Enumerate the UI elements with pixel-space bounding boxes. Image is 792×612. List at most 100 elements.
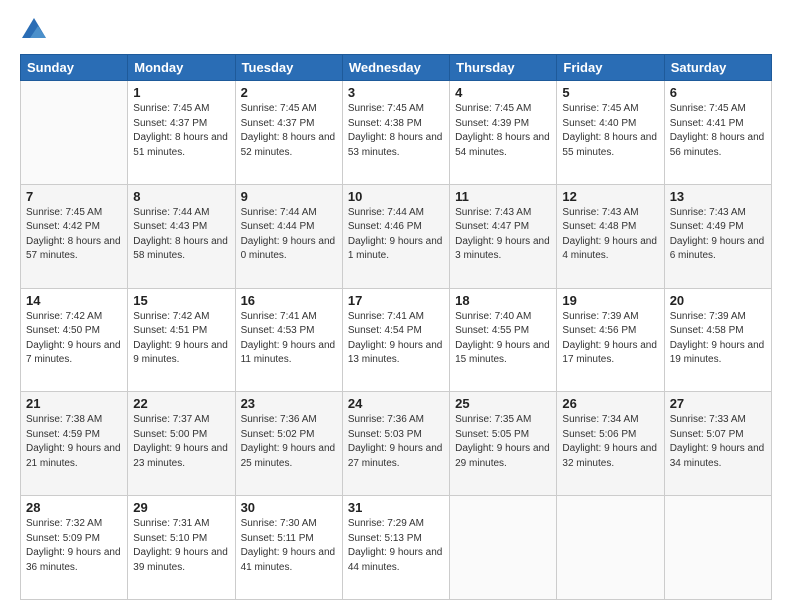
calendar-cell: 5 Sunrise: 7:45 AMSunset: 4:40 PMDaylight… bbox=[557, 81, 664, 185]
page: SundayMondayTuesdayWednesdayThursdayFrid… bbox=[0, 0, 792, 612]
day-info: Sunrise: 7:32 AMSunset: 5:09 PMDaylight:… bbox=[26, 517, 122, 575]
day-info: Sunrise: 7:39 AMSunset: 4:58 PMDaylight:… bbox=[670, 310, 766, 368]
calendar-cell: 4 Sunrise: 7:45 AMSunset: 4:39 PMDaylight… bbox=[450, 81, 557, 185]
day-number: 2 bbox=[241, 85, 337, 100]
day-number: 1 bbox=[133, 85, 229, 100]
day-number: 19 bbox=[562, 293, 658, 308]
day-number: 10 bbox=[348, 189, 444, 204]
col-header-monday: Monday bbox=[128, 55, 235, 81]
day-info: Sunrise: 7:43 AMSunset: 4:49 PMDaylight:… bbox=[670, 206, 766, 264]
calendar-cell: 29 Sunrise: 7:31 AMSunset: 5:10 PMDayligh… bbox=[128, 496, 235, 600]
calendar-cell: 20 Sunrise: 7:39 AMSunset: 4:58 PMDayligh… bbox=[664, 288, 771, 392]
day-number: 7 bbox=[26, 189, 122, 204]
week-row-1: 1 Sunrise: 7:45 AMSunset: 4:37 PMDaylight… bbox=[21, 81, 772, 185]
day-number: 22 bbox=[133, 396, 229, 411]
day-number: 29 bbox=[133, 500, 229, 515]
calendar-cell: 3 Sunrise: 7:45 AMSunset: 4:38 PMDaylight… bbox=[342, 81, 449, 185]
day-info: Sunrise: 7:45 AMSunset: 4:40 PMDaylight:… bbox=[562, 102, 658, 160]
calendar-cell: 17 Sunrise: 7:41 AMSunset: 4:54 PMDayligh… bbox=[342, 288, 449, 392]
calendar-cell: 18 Sunrise: 7:40 AMSunset: 4:55 PMDayligh… bbox=[450, 288, 557, 392]
calendar-cell: 13 Sunrise: 7:43 AMSunset: 4:49 PMDayligh… bbox=[664, 184, 771, 288]
day-info: Sunrise: 7:42 AMSunset: 4:51 PMDaylight:… bbox=[133, 310, 229, 368]
day-info: Sunrise: 7:29 AMSunset: 5:13 PMDaylight:… bbox=[348, 517, 444, 575]
day-info: Sunrise: 7:43 AMSunset: 4:47 PMDaylight:… bbox=[455, 206, 551, 264]
logo bbox=[20, 16, 52, 44]
day-info: Sunrise: 7:34 AMSunset: 5:06 PMDaylight:… bbox=[562, 413, 658, 471]
calendar-cell: 12 Sunrise: 7:43 AMSunset: 4:48 PMDayligh… bbox=[557, 184, 664, 288]
week-row-5: 28Sunrise: 7:32 AMSunset: 5:09 PMDayligh… bbox=[21, 496, 772, 600]
calendar-cell: 9Sunrise: 7:44 AMSunset: 4:44 PMDaylight… bbox=[235, 184, 342, 288]
day-number: 16 bbox=[241, 293, 337, 308]
week-row-3: 14 Sunrise: 7:42 AMSunset: 4:50 PMDayligh… bbox=[21, 288, 772, 392]
day-info: Sunrise: 7:44 AMSunset: 4:46 PMDaylight:… bbox=[348, 206, 444, 264]
day-number: 4 bbox=[455, 85, 551, 100]
day-number: 23 bbox=[241, 396, 337, 411]
day-number: 5 bbox=[562, 85, 658, 100]
day-number: 6 bbox=[670, 85, 766, 100]
day-number: 3 bbox=[348, 85, 444, 100]
day-number: 27 bbox=[670, 396, 766, 411]
day-info: Sunrise: 7:43 AMSunset: 4:48 PMDaylight:… bbox=[562, 206, 658, 264]
day-info: Sunrise: 7:33 AMSunset: 5:07 PMDaylight:… bbox=[670, 413, 766, 471]
calendar-cell: 30Sunrise: 7:30 AMSunset: 5:11 PMDayligh… bbox=[235, 496, 342, 600]
day-number: 30 bbox=[241, 500, 337, 515]
week-row-4: 21 Sunrise: 7:38 AMSunset: 4:59 PMDayligh… bbox=[21, 392, 772, 496]
day-info: Sunrise: 7:36 AMSunset: 5:02 PMDaylight:… bbox=[241, 413, 337, 471]
day-info: Sunrise: 7:42 AMSunset: 4:50 PMDaylight:… bbox=[26, 310, 122, 368]
calendar-cell: 31 Sunrise: 7:29 AMSunset: 5:13 PMDayligh… bbox=[342, 496, 449, 600]
day-info: Sunrise: 7:40 AMSunset: 4:55 PMDaylight:… bbox=[455, 310, 551, 368]
day-number: 26 bbox=[562, 396, 658, 411]
day-info: Sunrise: 7:45 AMSunset: 4:37 PMDaylight:… bbox=[133, 102, 229, 160]
day-info: Sunrise: 7:45 AMSunset: 4:41 PMDaylight:… bbox=[670, 102, 766, 160]
header bbox=[20, 16, 772, 44]
calendar-header-row: SundayMondayTuesdayWednesdayThursdayFrid… bbox=[21, 55, 772, 81]
calendar-cell bbox=[450, 496, 557, 600]
day-info: Sunrise: 7:31 AMSunset: 5:10 PMDaylight:… bbox=[133, 517, 229, 575]
day-number: 11 bbox=[455, 189, 551, 204]
day-info: Sunrise: 7:39 AMSunset: 4:56 PMDaylight:… bbox=[562, 310, 658, 368]
calendar-cell: 24Sunrise: 7:36 AMSunset: 5:03 PMDayligh… bbox=[342, 392, 449, 496]
week-row-2: 7 Sunrise: 7:45 AMSunset: 4:42 PMDaylight… bbox=[21, 184, 772, 288]
calendar-cell bbox=[21, 81, 128, 185]
calendar-cell: 7 Sunrise: 7:45 AMSunset: 4:42 PMDaylight… bbox=[21, 184, 128, 288]
day-number: 8 bbox=[133, 189, 229, 204]
day-number: 17 bbox=[348, 293, 444, 308]
day-number: 24 bbox=[348, 396, 444, 411]
calendar-cell: 23 Sunrise: 7:36 AMSunset: 5:02 PMDayligh… bbox=[235, 392, 342, 496]
calendar-cell: 10 Sunrise: 7:44 AMSunset: 4:46 PMDayligh… bbox=[342, 184, 449, 288]
day-number: 13 bbox=[670, 189, 766, 204]
col-header-friday: Friday bbox=[557, 55, 664, 81]
day-info: Sunrise: 7:41 AMSunset: 4:54 PMDaylight:… bbox=[348, 310, 444, 368]
day-number: 21 bbox=[26, 396, 122, 411]
day-info: Sunrise: 7:41 AMSunset: 4:53 PMDaylight:… bbox=[241, 310, 337, 368]
calendar-cell: 22 Sunrise: 7:37 AMSunset: 5:00 PMDayligh… bbox=[128, 392, 235, 496]
day-info: Sunrise: 7:45 AMSunset: 4:38 PMDaylight:… bbox=[348, 102, 444, 160]
day-number: 14 bbox=[26, 293, 122, 308]
calendar-cell: 6 Sunrise: 7:45 AMSunset: 4:41 PMDaylight… bbox=[664, 81, 771, 185]
day-info: Sunrise: 7:37 AMSunset: 5:00 PMDaylight:… bbox=[133, 413, 229, 471]
calendar-cell: 26 Sunrise: 7:34 AMSunset: 5:06 PMDayligh… bbox=[557, 392, 664, 496]
calendar-cell bbox=[664, 496, 771, 600]
day-info: Sunrise: 7:38 AMSunset: 4:59 PMDaylight:… bbox=[26, 413, 122, 471]
day-number: 9 bbox=[241, 189, 337, 204]
calendar-cell: 1 Sunrise: 7:45 AMSunset: 4:37 PMDaylight… bbox=[128, 81, 235, 185]
day-number: 31 bbox=[348, 500, 444, 515]
day-number: 20 bbox=[670, 293, 766, 308]
calendar-cell: 11 Sunrise: 7:43 AMSunset: 4:47 PMDayligh… bbox=[450, 184, 557, 288]
col-header-tuesday: Tuesday bbox=[235, 55, 342, 81]
calendar-cell: 2 Sunrise: 7:45 AMSunset: 4:37 PMDaylight… bbox=[235, 81, 342, 185]
day-info: Sunrise: 7:45 AMSunset: 4:37 PMDaylight:… bbox=[241, 102, 337, 160]
day-number: 18 bbox=[455, 293, 551, 308]
calendar-cell: 28Sunrise: 7:32 AMSunset: 5:09 PMDayligh… bbox=[21, 496, 128, 600]
calendar-cell: 14 Sunrise: 7:42 AMSunset: 4:50 PMDayligh… bbox=[21, 288, 128, 392]
day-info: Sunrise: 7:45 AMSunset: 4:42 PMDaylight:… bbox=[26, 206, 122, 264]
calendar-cell: 15Sunrise: 7:42 AMSunset: 4:51 PMDayligh… bbox=[128, 288, 235, 392]
day-info: Sunrise: 7:35 AMSunset: 5:05 PMDaylight:… bbox=[455, 413, 551, 471]
calendar-table: SundayMondayTuesdayWednesdayThursdayFrid… bbox=[20, 54, 772, 600]
calendar-cell: 19 Sunrise: 7:39 AMSunset: 4:56 PMDayligh… bbox=[557, 288, 664, 392]
col-header-thursday: Thursday bbox=[450, 55, 557, 81]
col-header-wednesday: Wednesday bbox=[342, 55, 449, 81]
day-info: Sunrise: 7:45 AMSunset: 4:39 PMDaylight:… bbox=[455, 102, 551, 160]
day-number: 25 bbox=[455, 396, 551, 411]
day-number: 12 bbox=[562, 189, 658, 204]
